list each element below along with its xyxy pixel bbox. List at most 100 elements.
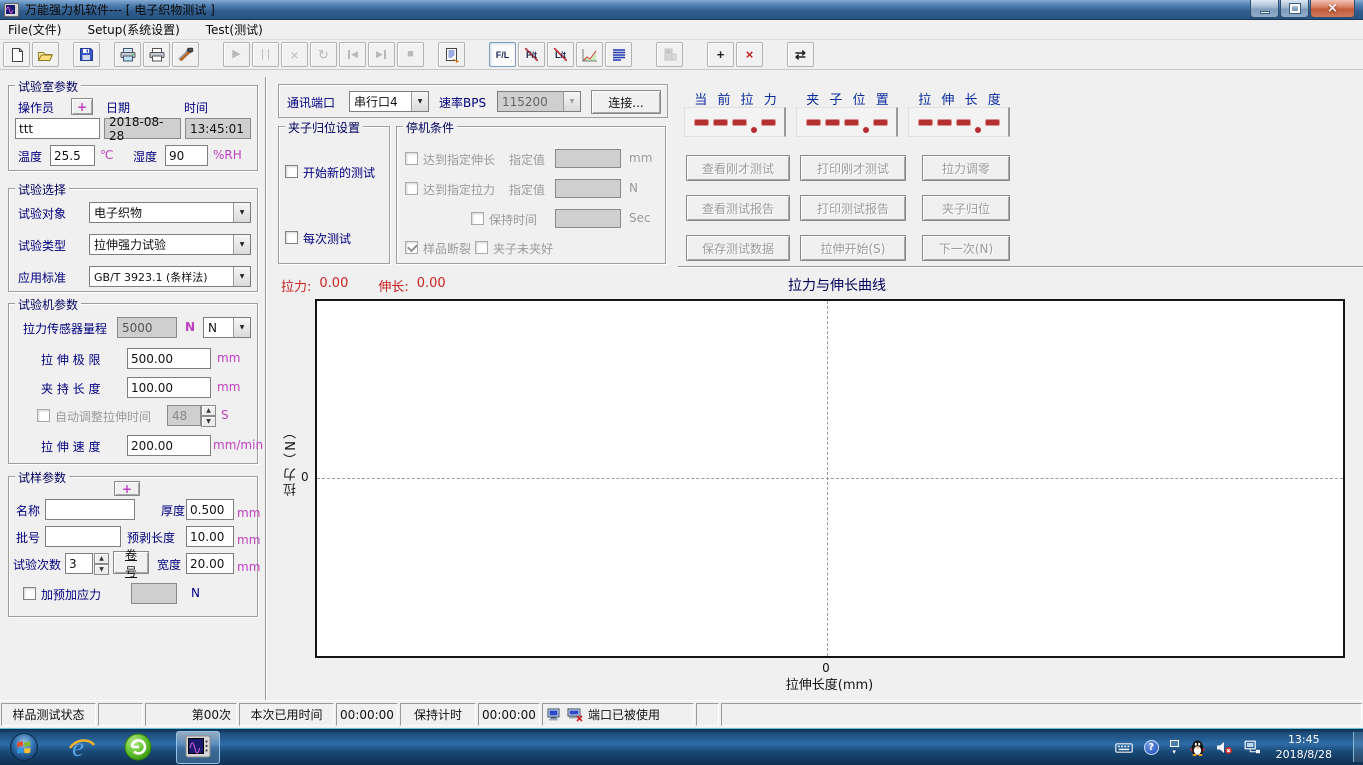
auto-adjust-stepper[interactable]: ▲▼ bbox=[201, 405, 216, 426]
clamp-home-button[interactable]: 夹子归位 bbox=[922, 195, 1010, 221]
start-stretch-button[interactable]: 拉伸开始(S) bbox=[800, 235, 906, 261]
group-title: 试验选择 bbox=[15, 181, 69, 198]
readout-spacer bbox=[356, 276, 370, 295]
stop-elongation-checkbox[interactable] bbox=[405, 152, 418, 165]
clamp-loose-checkbox[interactable] bbox=[475, 241, 488, 254]
stop-button[interactable]: ■ bbox=[397, 42, 424, 67]
abort-x-icon: × bbox=[290, 48, 298, 62]
hidden-icons-button[interactable]: ▾ bbox=[1170, 740, 1179, 755]
new-button[interactable] bbox=[3, 42, 30, 67]
standard-select[interactable]: GB/T 3923.1 (条样法)▼ bbox=[89, 266, 251, 287]
swap-button[interactable]: ⇄ bbox=[787, 42, 814, 67]
stretch-speed-input[interactable] bbox=[127, 435, 211, 456]
test-type-select[interactable]: 拉伸强力试验▼ bbox=[89, 234, 251, 255]
settings-tools-button[interactable] bbox=[172, 42, 199, 67]
force-unit-select[interactable]: N▼ bbox=[203, 317, 251, 338]
test-count-input[interactable] bbox=[65, 553, 93, 574]
operator-input[interactable] bbox=[15, 118, 100, 139]
chevron-down-icon[interactable]: ▼ bbox=[411, 92, 428, 111]
start-button[interactable] bbox=[8, 731, 40, 763]
chevron-down-icon[interactable]: ▼ bbox=[233, 235, 250, 254]
start-new-test-checkbox[interactable] bbox=[285, 165, 298, 178]
test-count-stepper[interactable]: ▲▼ bbox=[94, 553, 109, 574]
bps-select[interactable]: 115200▼ bbox=[497, 91, 581, 112]
print-preview-icon bbox=[119, 47, 137, 62]
sample-break-checkbox[interactable] bbox=[405, 241, 418, 254]
thickness-label: 厚度 bbox=[161, 502, 185, 519]
view-report-button[interactable]: 查看测试报告 bbox=[686, 195, 790, 221]
width-input[interactable] bbox=[186, 553, 234, 574]
next-test-button[interactable]: 下一次(N) bbox=[922, 235, 1010, 261]
play-button[interactable]: ▶ bbox=[223, 42, 250, 67]
qq-tray-icon[interactable] bbox=[1190, 739, 1205, 756]
hold-time-checkbox[interactable] bbox=[471, 212, 484, 225]
view-last-test-button[interactable]: 查看刚才测试 bbox=[686, 155, 790, 181]
chevron-down-icon[interactable]: ▼ bbox=[233, 203, 250, 222]
keyboard-tray-icon[interactable] bbox=[1115, 741, 1133, 754]
grip-length-input[interactable] bbox=[127, 377, 211, 398]
taskbar-clock[interactable]: 13:45 2018/8/28 bbox=[1272, 732, 1342, 762]
curve-ft-button[interactable]: F/t bbox=[518, 42, 545, 67]
batch-input[interactable] bbox=[45, 526, 121, 547]
hold-time-unit: Sec bbox=[629, 211, 651, 225]
peel-length-input[interactable] bbox=[186, 526, 234, 547]
menu-file[interactable]: File(文件) bbox=[8, 21, 61, 38]
spin-up-icon[interactable]: ▲ bbox=[201, 405, 216, 416]
prestress-checkbox[interactable] bbox=[23, 587, 36, 600]
stop-force-checkbox[interactable] bbox=[405, 182, 418, 195]
test-object-select[interactable]: 电子织物▼ bbox=[89, 202, 251, 223]
report-list-button[interactable] bbox=[605, 42, 632, 67]
save-button[interactable] bbox=[73, 42, 100, 67]
spin-up-icon[interactable]: ▲ bbox=[94, 553, 109, 564]
chevron-down-icon[interactable]: ▼ bbox=[233, 267, 250, 286]
volume-muted-tray-icon[interactable] bbox=[1216, 740, 1233, 755]
taskbar-browser-360-button[interactable] bbox=[124, 733, 152, 761]
network-tray-icon[interactable] bbox=[1244, 740, 1261, 754]
print-report-button[interactable]: 打印测试报告 bbox=[800, 195, 906, 221]
taskbar-ie-button[interactable]: e bbox=[67, 732, 97, 762]
sample-add-button[interactable]: + bbox=[114, 481, 140, 496]
temperature-input[interactable] bbox=[50, 145, 95, 166]
abort-button[interactable]: × bbox=[281, 42, 308, 67]
operator-add-button[interactable]: + bbox=[71, 98, 93, 115]
stretch-limit-input[interactable] bbox=[127, 348, 211, 369]
help-tray-icon[interactable]: ? bbox=[1144, 740, 1159, 755]
curve-lt-button[interactable]: L/t bbox=[547, 42, 574, 67]
curve-chart-button[interactable] bbox=[576, 42, 603, 67]
save-data-button[interactable]: 保存测试数据 bbox=[686, 235, 790, 261]
comm-port-select[interactable]: 串行口4▼ bbox=[349, 91, 429, 112]
restore-button[interactable] bbox=[1280, 0, 1309, 18]
export-report-button[interactable] bbox=[438, 42, 465, 67]
taskbar-active-app-button[interactable] bbox=[176, 731, 220, 764]
add-button[interactable]: + bbox=[707, 42, 734, 67]
close-button[interactable]: × bbox=[1310, 0, 1355, 18]
every-test-checkbox[interactable] bbox=[285, 231, 298, 244]
sample-name-input[interactable] bbox=[45, 499, 135, 520]
delete-button[interactable]: × bbox=[736, 42, 763, 67]
auto-adjust-checkbox[interactable] bbox=[37, 409, 50, 422]
spin-down-icon[interactable]: ▼ bbox=[94, 564, 109, 575]
repeat-button[interactable]: ↻ bbox=[310, 42, 337, 67]
pause-button[interactable]: | | bbox=[252, 42, 279, 67]
last-button[interactable]: ▶ bbox=[368, 42, 395, 67]
machine-button[interactable] bbox=[656, 42, 683, 67]
chevron-down-icon[interactable]: ▼ bbox=[233, 318, 250, 337]
print-preview-button[interactable] bbox=[114, 42, 141, 67]
spin-down-icon[interactable]: ▼ bbox=[201, 416, 216, 427]
roll-number-button[interactable]: 卷号 bbox=[113, 551, 149, 574]
open-button[interactable] bbox=[32, 42, 59, 67]
curve-fl-button[interactable]: F/L bbox=[489, 42, 516, 67]
temperature-unit: ℃ bbox=[100, 148, 113, 162]
zero-force-button[interactable]: 拉力调零 bbox=[922, 155, 1010, 181]
minimize-button[interactable] bbox=[1250, 0, 1279, 18]
print-last-test-button[interactable]: 打印刚才测试 bbox=[800, 155, 906, 181]
menu-test[interactable]: Test(测试) bbox=[206, 21, 263, 38]
connect-button[interactable]: 连接... bbox=[591, 90, 661, 114]
first-button[interactable]: ◀ bbox=[339, 42, 366, 67]
status-port-cell: 端口已被使用 bbox=[542, 703, 694, 726]
thickness-input[interactable] bbox=[186, 499, 234, 520]
humidity-input[interactable] bbox=[165, 145, 208, 166]
print-button[interactable] bbox=[143, 42, 170, 67]
menu-setup[interactable]: Setup(系统设置) bbox=[87, 21, 179, 38]
show-desktop-button[interactable] bbox=[1353, 732, 1363, 762]
